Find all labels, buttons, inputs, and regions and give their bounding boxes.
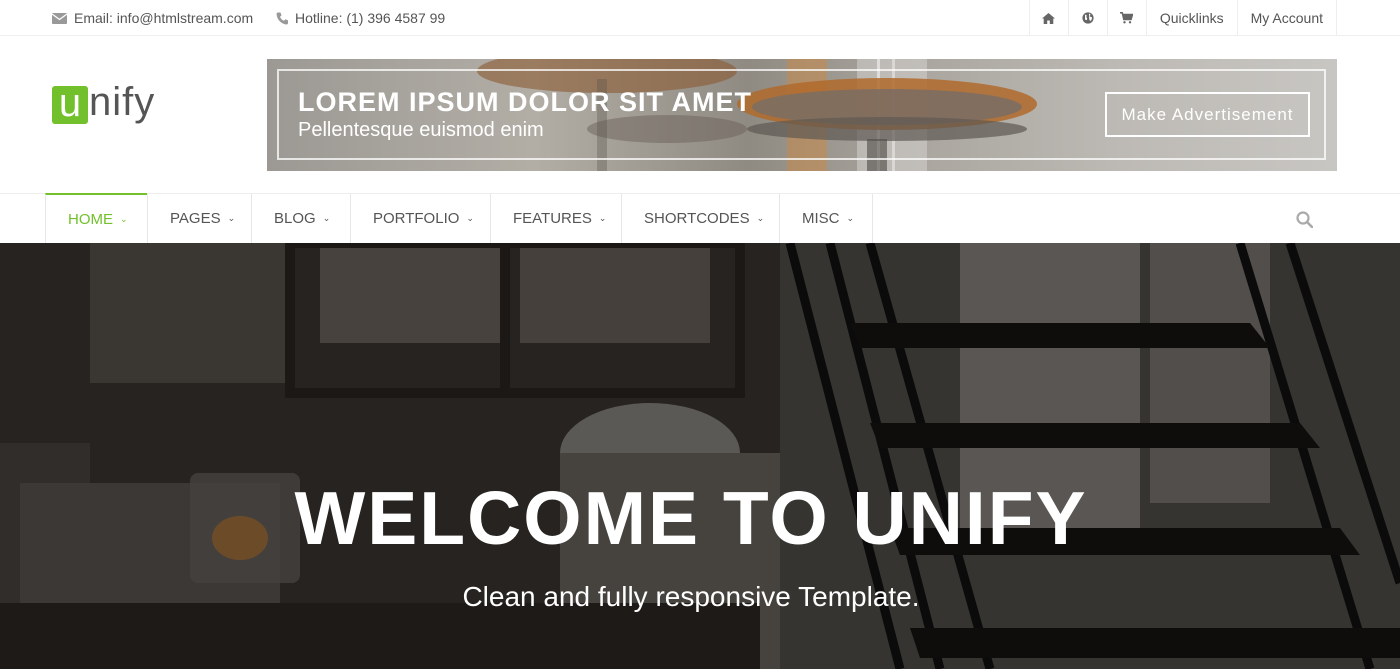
home-link[interactable]: [1028, 0, 1068, 36]
nav-label: MISC: [802, 210, 840, 227]
make-advertisement-button[interactable]: Make Advertisement: [1105, 92, 1310, 137]
hero-section: WELCOME TO UNIFY Clean and fully respons…: [0, 243, 1400, 669]
globe-icon: [1082, 12, 1094, 24]
nav-label: HOME: [68, 210, 113, 228]
cart-link[interactable]: [1106, 0, 1146, 36]
quicklinks-link[interactable]: Quicklinks: [1145, 0, 1237, 36]
envelope-icon: [52, 12, 67, 24]
nav-label: SHORTCODES: [644, 210, 750, 227]
nav-item-portfolio[interactable]: PORTFOLIO ⌄: [350, 194, 490, 243]
hero-headline: WELCOME TO UNIFY: [294, 476, 1088, 560]
home-icon: [1042, 12, 1056, 24]
logo-text: nify: [89, 80, 156, 124]
chevron-down-icon: ⌄: [466, 213, 474, 223]
main-navigation: HOME ⌄ PAGES ⌄ BLOG ⌄ PORTFOLIO ⌄ FEATUR…: [0, 193, 1400, 243]
my-account-link[interactable]: My Account: [1236, 0, 1337, 36]
banner-subtitle: Pellentesque euismod enim: [298, 119, 544, 141]
search-button[interactable]: [1296, 211, 1314, 233]
nav-item-misc[interactable]: MISC ⌄: [779, 194, 873, 243]
nav-label: PAGES: [170, 210, 221, 227]
email-contact[interactable]: Email: info@htmlstream.com: [52, 0, 253, 36]
nav-item-blog[interactable]: BLOG ⌄: [251, 194, 350, 243]
chevron-down-icon: ⌄: [756, 213, 765, 223]
banner-title: LOREM IPSUM DOLOR SIT AMET: [298, 87, 752, 117]
chevron-down-icon: ⌄: [227, 213, 236, 223]
nav-item-home[interactable]: HOME ⌄: [45, 193, 147, 243]
nav-label: BLOG: [274, 210, 316, 227]
hotline-contact[interactable]: Hotline: (1) 396 4587 99: [276, 0, 445, 36]
hero-tagline: Clean and fully responsive Template.: [462, 581, 920, 612]
top-bar: Email: info@htmlstream.com Hotline: (1) …: [0, 0, 1400, 36]
nav-label: PORTFOLIO: [373, 210, 460, 227]
chevron-down-icon: ⌄: [846, 213, 855, 223]
search-icon: [1296, 211, 1314, 229]
hotline-text: Hotline: (1) 396 4587 99: [295, 10, 446, 26]
email-text: Email: info@htmlstream.com: [74, 10, 254, 26]
chevron-down-icon: ⌄: [322, 213, 331, 223]
nav-label: FEATURES: [513, 210, 592, 227]
logo-mark: u: [52, 83, 88, 124]
phone-icon: [276, 12, 288, 25]
language-link[interactable]: [1067, 0, 1107, 36]
top-nav: Quicklinks My Account: [1028, 0, 1337, 36]
nav-item-shortcodes[interactable]: SHORTCODES ⌄: [621, 194, 779, 243]
nav-item-pages[interactable]: PAGES ⌄: [147, 194, 251, 243]
site-logo[interactable]: u nify: [52, 82, 155, 130]
chevron-down-icon: ⌄: [120, 213, 128, 224]
advertisement-banner[interactable]: LOREM IPSUM DOLOR SIT AMET Pellentesque …: [267, 59, 1337, 171]
chevron-down-icon: ⌄: [598, 213, 607, 223]
nav-item-features[interactable]: FEATURES ⌄: [490, 194, 621, 243]
cart-icon: [1120, 12, 1134, 24]
